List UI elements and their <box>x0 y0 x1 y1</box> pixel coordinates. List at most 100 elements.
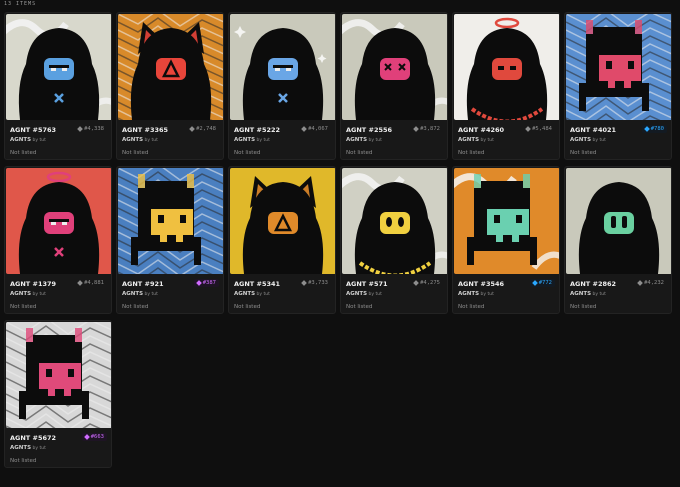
collection-label[interactable]: AGNTS by tut <box>10 445 46 451</box>
nft-card[interactable]: AGNT #921 #387 AGNTS by tut Not listed <box>116 166 224 314</box>
nft-artwork <box>118 14 223 120</box>
nft-name[interactable]: AGNT #2556 <box>346 126 392 134</box>
collection-creator: by tut <box>255 138 270 143</box>
listing-status: Not listed <box>346 304 373 310</box>
rarity-rank-badge: #4,338 <box>75 125 107 133</box>
listing-status: Not listed <box>570 304 597 310</box>
nft-artwork <box>342 168 447 274</box>
rarity-rank-badge: #387 <box>193 279 219 287</box>
rarity-rank-value: #3,733 <box>308 280 328 286</box>
nft-image[interactable] <box>454 14 559 120</box>
nft-name[interactable]: AGNT #4260 <box>458 126 504 134</box>
collection-label[interactable]: AGNTS by tut <box>346 137 382 143</box>
collection-label[interactable]: AGNTS by tut <box>346 291 382 297</box>
nft-artwork <box>6 168 111 274</box>
collection-name: AGNTS <box>458 291 480 297</box>
collection-name: AGNTS <box>122 137 144 143</box>
nft-card[interactable]: AGNT #2862 #4,232 AGNTS by tut Not listed <box>564 166 672 314</box>
nft-card[interactable]: AGNT #5672 #663 AGNTS by tut Not listed <box>4 320 112 468</box>
collection-creator: by tut <box>31 446 46 451</box>
listing-status: Not listed <box>234 150 261 156</box>
nft-card[interactable]: AGNT #5222 #4,067 AGNTS by tut Not listed <box>228 12 336 160</box>
rarity-diamond-icon <box>301 280 307 286</box>
collection-label[interactable]: AGNTS by tut <box>122 137 158 143</box>
rarity-rank-badge: #4,067 <box>299 125 331 133</box>
nft-name[interactable]: AGNT #3546 <box>458 280 504 288</box>
nft-name[interactable]: AGNT #5763 <box>10 126 56 134</box>
nft-image[interactable] <box>118 14 223 120</box>
collection-name: AGNTS <box>10 137 32 143</box>
nft-name[interactable]: AGNT #2862 <box>570 280 616 288</box>
nft-image[interactable] <box>454 168 559 274</box>
nft-artwork <box>230 14 335 120</box>
nft-image[interactable] <box>230 168 335 274</box>
nft-name[interactable]: AGNT #4021 <box>570 126 616 134</box>
rarity-rank-badge: #5,484 <box>523 125 555 133</box>
rarity-diamond-icon <box>77 280 83 286</box>
item-count: 13 ITEMS <box>4 1 37 7</box>
nft-artwork <box>566 168 671 274</box>
rarity-diamond-icon <box>301 126 307 132</box>
nft-artwork <box>342 14 447 120</box>
nft-image[interactable] <box>342 14 447 120</box>
nft-card[interactable]: AGNT #3365 #2,748 AGNTS by tut Not listed <box>116 12 224 160</box>
collection-label[interactable]: AGNTS by tut <box>122 291 158 297</box>
collection-name: AGNTS <box>570 137 592 143</box>
nft-artwork <box>566 14 671 120</box>
nft-artwork <box>6 322 111 428</box>
rarity-diamond-icon <box>189 126 195 132</box>
rarity-rank-badge: #3,733 <box>299 279 331 287</box>
rarity-rank-value: #3,872 <box>420 126 440 132</box>
rarity-diamond-icon <box>195 280 202 286</box>
nft-card[interactable]: AGNT #571 #4,275 AGNTS by tut Not listed <box>340 166 448 314</box>
collection-name: AGNTS <box>234 137 256 143</box>
collection-label[interactable]: AGNTS by tut <box>10 137 46 143</box>
nft-name[interactable]: AGNT #3365 <box>122 126 168 134</box>
nft-image[interactable] <box>230 14 335 120</box>
nft-image[interactable] <box>342 168 447 274</box>
nft-name[interactable]: AGNT #5341 <box>234 280 280 288</box>
nft-name[interactable]: AGNT #921 <box>122 280 164 288</box>
collection-label[interactable]: AGNTS by tut <box>234 291 270 297</box>
collection-creator: by tut <box>143 138 158 143</box>
listing-status: Not listed <box>458 150 485 156</box>
nft-card[interactable]: AGNT #4021 #780 AGNTS by tut Not listed <box>564 12 672 160</box>
rarity-rank-value: #772 <box>538 280 552 286</box>
nft-card[interactable]: AGNT #5341 #3,733 AGNTS by tut Not listed <box>228 166 336 314</box>
nft-card[interactable]: AGNT #2556 #3,872 AGNTS by tut Not listed <box>340 12 448 160</box>
collection-creator: by tut <box>255 292 270 297</box>
nft-image[interactable] <box>118 168 223 274</box>
nft-image[interactable] <box>566 14 671 120</box>
collection-label[interactable]: AGNTS by tut <box>570 137 606 143</box>
nft-image[interactable] <box>6 168 111 274</box>
collection-name: AGNTS <box>234 291 256 297</box>
nft-image[interactable] <box>6 14 111 120</box>
collection-label[interactable]: AGNTS by tut <box>10 291 46 297</box>
collection-label[interactable]: AGNTS by tut <box>570 291 606 297</box>
rarity-diamond-icon <box>413 126 419 132</box>
rarity-rank-badge: #663 <box>81 433 107 441</box>
rarity-diamond-icon <box>413 280 419 286</box>
collection-name: AGNTS <box>458 137 480 143</box>
nft-name[interactable]: AGNT #571 <box>346 280 388 288</box>
nft-card[interactable]: AGNT #5763 #4,338 AGNTS by tut Not listed <box>4 12 112 160</box>
rarity-rank-badge: #4,881 <box>75 279 107 287</box>
collection-name: AGNTS <box>346 291 368 297</box>
nft-card[interactable]: AGNT #4260 #5,484 AGNTS by tut Not listed <box>452 12 560 160</box>
nft-name[interactable]: AGNT #5672 <box>10 434 56 442</box>
rarity-rank-value: #5,484 <box>532 126 552 132</box>
listing-status: Not listed <box>10 304 37 310</box>
collection-label[interactable]: AGNTS by tut <box>458 137 494 143</box>
nft-image[interactable] <box>6 322 111 428</box>
collection-label[interactable]: AGNTS by tut <box>234 137 270 143</box>
rarity-rank-value: #387 <box>202 280 216 286</box>
nft-name[interactable]: AGNT #1379 <box>10 280 56 288</box>
nft-card[interactable]: AGNT #3546 #772 AGNTS by tut Not listed <box>452 166 560 314</box>
nft-name[interactable]: AGNT #5222 <box>234 126 280 134</box>
listing-status: Not listed <box>234 304 261 310</box>
collection-name: AGNTS <box>570 291 592 297</box>
nft-card[interactable]: AGNT #1379 #4,881 AGNTS by tut Not listed <box>4 166 112 314</box>
nft-image[interactable] <box>566 168 671 274</box>
collection-label[interactable]: AGNTS by tut <box>458 291 494 297</box>
collection-creator: by tut <box>143 292 158 297</box>
